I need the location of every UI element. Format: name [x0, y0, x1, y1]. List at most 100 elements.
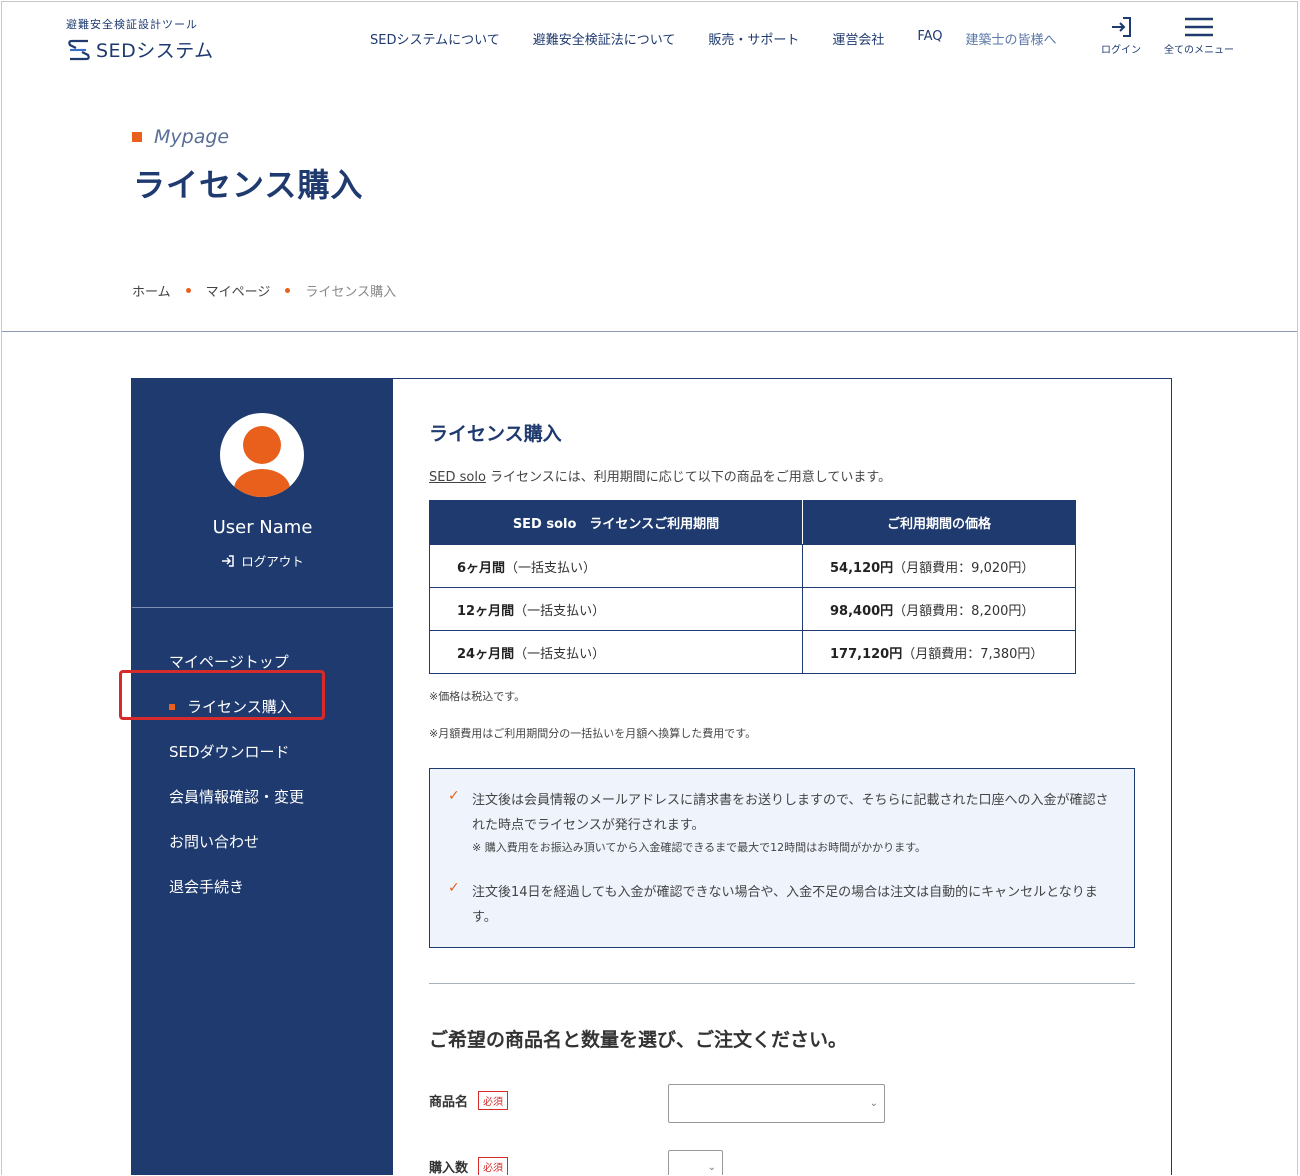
period-note: （一括支払い） — [514, 603, 606, 619]
breadcrumb-separator-icon — [285, 288, 291, 293]
quantity-label: 購入数 必須 — [429, 1157, 509, 1175]
sidebar-item-label: 退会手続き — [169, 878, 245, 896]
period-value: 24ヶ月間 — [457, 646, 515, 662]
sidebar-item-label: 会員情報確認・変更 — [169, 788, 305, 806]
highlight-box — [119, 670, 325, 720]
breadcrumb-home[interactable]: ホーム — [132, 281, 171, 300]
price-cell: 177,120円（月額費用：7,380円） — [802, 630, 1076, 674]
nav-for-architects[interactable]: 建築士の皆様へ — [966, 29, 1057, 48]
logout-label: ログアウト — [241, 554, 304, 569]
breadcrumb-mypage[interactable]: マイページ — [206, 281, 271, 300]
logout-icon — [222, 554, 234, 567]
intro-rest: ライセンスには、利用期間に応じて以下の商品をご用意しています。 — [485, 470, 892, 485]
info-text: 注文後14日を経過しても入金が確認できない場合や、入金不足の場合は注文は自動的に… — [472, 885, 1098, 925]
table-header-price: ご利用期間の価格 — [802, 500, 1076, 545]
nav-sales-support[interactable]: 販売・サポート — [708, 29, 799, 48]
period-note: （一括支払い） — [514, 646, 606, 662]
all-menu-button[interactable]: 全てのメニュー — [1158, 16, 1240, 56]
mypage-panel: User Name ログアウト マイページトップ ライセンス購入 SEDダウンロ… — [119, 378, 1172, 1175]
table-header-row: SED solo ライセンスご利用期間 ご利用期間の価格 — [429, 500, 1076, 545]
info-item: ✓ 注文後14日を経過しても入金が確認できない場合や、入金不足の場合は注文は自動… — [448, 880, 1112, 930]
product-label-text: 商品名 — [429, 1095, 469, 1110]
info-item: ✓ 注文後は会員情報のメールアドレスに請求書をお送りしますので、そちらに記載され… — [448, 788, 1112, 858]
eyebrow-square-icon — [132, 132, 142, 142]
required-badge: 必須 — [478, 1091, 509, 1110]
page-frame: 避難安全検証設計ツール SEDシステム SEDシステムについて 避難安全検証法に… — [1, 1, 1298, 1175]
sidebar-item-label: SEDダウンロード — [169, 743, 290, 761]
section-divider — [429, 983, 1135, 984]
breadcrumb-separator-icon — [185, 288, 191, 293]
page-eyebrow: Mypage — [132, 126, 229, 148]
logout-link[interactable]: ログアウト — [132, 551, 393, 570]
quantity-label-text: 購入数 — [429, 1161, 469, 1175]
sidebar-item-sed-download[interactable]: SEDダウンロード — [169, 729, 304, 774]
price-note: （月額費用：8,200円） — [893, 603, 1035, 619]
username: User Name — [212, 517, 313, 538]
section-title: ライセンス購入 — [429, 423, 562, 445]
login-icon — [1112, 17, 1131, 37]
price-table: SED solo ライセンスご利用期間 ご利用期間の価格 6ヶ月間（一括支払い）… — [429, 500, 1076, 674]
avatar-body-icon — [234, 469, 290, 497]
nav-about-law[interactable]: 避難安全検証法について — [533, 29, 676, 48]
sed-logo-icon — [68, 39, 90, 60]
table-header-period: SED solo ライセンスご利用期間 — [429, 500, 803, 545]
sidebar-item-contact[interactable]: お問い合わせ — [169, 819, 304, 864]
sidebar-item-label: お問い合わせ — [169, 833, 260, 851]
eyebrow-text: Mypage — [154, 126, 230, 148]
price-note: （月額費用：7,380円） — [902, 646, 1044, 662]
period-value: 12ヶ月間 — [457, 603, 515, 619]
price-value: 54,120円 — [830, 560, 894, 576]
period-cell: 6ヶ月間（一括支払い） — [429, 544, 803, 588]
intro-text: SED solo ライセンスには、利用期間に応じて以下の商品をご用意しています。 — [429, 466, 891, 485]
period-cell: 24ヶ月間（一括支払い） — [429, 630, 803, 674]
required-badge: 必須 — [478, 1157, 509, 1175]
nav-faq[interactable]: FAQ — [917, 29, 942, 48]
product-label: 商品名 必須 — [429, 1091, 509, 1110]
quantity-select[interactable]: ⌄ — [668, 1150, 723, 1175]
table-row: 6ヶ月間（一括支払い） 54,120円（月額費用：9,020円） — [429, 544, 1076, 588]
header-divider — [2, 331, 1297, 332]
check-icon: ✓ — [448, 880, 460, 896]
table-row: 12ヶ月間（一括支払い） 98,400円（月額費用：8,200円） — [429, 587, 1076, 631]
nav-about-sed[interactable]: SEDシステムについて — [370, 29, 500, 48]
price-value: 98,400円 — [830, 603, 894, 619]
sidebar-divider — [132, 607, 393, 608]
info-small-text: ※ 購入費用をお振込み頂いてから入金確認できるまで最大で12時間はお時間がかかり… — [472, 841, 927, 854]
chevron-down-icon: ⌄ — [707, 1161, 716, 1173]
avatar — [220, 413, 304, 497]
logo-subtitle: 避難安全検証設計ツール — [66, 18, 198, 31]
price-cell: 54,120円（月額費用：9,020円） — [802, 544, 1076, 588]
price-cell: 98,400円（月額費用：8,200円） — [802, 587, 1076, 631]
table-row: 24ヶ月間（一括支払い） 177,120円（月額費用：7,380円） — [429, 630, 1076, 674]
breadcrumb-current: ライセンス購入 — [305, 285, 397, 300]
login-button[interactable]: ログイン — [1098, 16, 1144, 56]
hamburger-icon — [1185, 17, 1213, 37]
avatar-head-icon — [243, 426, 281, 464]
monthly-note: ※月額費用はご利用期間分の一括払いを月額へ換算した費用です。 — [429, 727, 757, 740]
check-icon: ✓ — [448, 788, 460, 804]
chevron-down-icon: ⌄ — [869, 1097, 878, 1109]
order-title: ご希望の商品名と数量を選び、ご注文ください。 — [429, 1029, 848, 1051]
sidebar-item-withdraw[interactable]: 退会手続き — [169, 864, 304, 909]
tax-note: ※価格は税込です。 — [429, 690, 526, 703]
info-box: ✓ 注文後は会員情報のメールアドレスに請求書をお送りしますので、そちらに記載され… — [429, 768, 1135, 948]
nav-company[interactable]: 運営会社 — [832, 29, 884, 48]
product-select[interactable]: ⌄ — [668, 1084, 885, 1123]
sed-solo-link[interactable]: SED solo — [429, 470, 486, 485]
info-text: 注文後は会員情報のメールアドレスに請求書をお送りしますので、そちらに記載された口… — [472, 793, 1109, 833]
site-logo[interactable]: 避難安全検証設計ツール SEDシステム — [66, 16, 214, 63]
sidebar-item-label: マイページトップ — [169, 653, 289, 671]
breadcrumb: ホーム マイページ ライセンス購入 — [132, 281, 396, 300]
period-cell: 12ヶ月間（一括支払い） — [429, 587, 803, 631]
all-menu-label: 全てのメニュー — [1164, 45, 1234, 56]
logo-text: SEDシステム — [96, 40, 214, 62]
price-value: 177,120円 — [830, 646, 903, 662]
period-value: 6ヶ月間 — [457, 560, 506, 576]
page-title: ライセンス購入 — [133, 166, 364, 204]
sidebar: User Name ログアウト マイページトップ ライセンス購入 SEDダウンロ… — [132, 379, 393, 1175]
period-note: （一括支払い） — [505, 560, 597, 576]
global-nav: SEDシステムについて 避難安全検証法について 販売・サポート 運営会社 FAQ… — [370, 29, 1057, 48]
sidebar-item-member-info[interactable]: 会員情報確認・変更 — [169, 774, 304, 819]
price-note: （月額費用：9,020円） — [893, 560, 1035, 576]
login-label: ログイン — [1101, 45, 1141, 56]
